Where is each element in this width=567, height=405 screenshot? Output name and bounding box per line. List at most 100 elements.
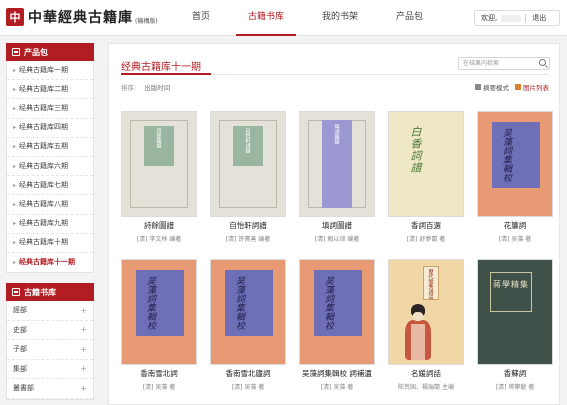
book-author: 陈荒国、楊瑞蘭 主编 [398, 384, 454, 391]
book-title[interactable]: 香南雪北詞 [122, 368, 196, 379]
sidebar-item-category[interactable]: 叢書部 + [7, 379, 93, 399]
chevron-right-icon: ▸ [13, 258, 17, 266]
cover-label: 蒋學精集 [490, 272, 532, 312]
book-title[interactable]: 填詞圖譜 [300, 220, 374, 231]
sidebar-item-product[interactable]: ▸ 经典古籍库二期 [7, 80, 93, 100]
book-card[interactable]: 詩餘圖譜 詩餘圖譜 [清] 李文林 编著 [122, 112, 196, 243]
page-title: 经典古籍库十一期 [121, 62, 201, 73]
product-label: 经典古籍库六期 [19, 161, 69, 170]
sidebar-item-product[interactable]: ▸ 经典古籍库五期 [7, 138, 93, 157]
book-card[interactable]: 填詞圖譜 填詞圖譜 [清] 賴以邠 编著 [300, 112, 374, 243]
book-title[interactable]: 香詞百選 [389, 220, 463, 231]
product-label: 经典古籍库四期 [19, 123, 69, 132]
sidebar-item-product[interactable]: ▸ 经典古籍库九期 [7, 215, 93, 234]
book-cover-image[interactable]: 白香詞譜 [389, 112, 463, 216]
sort-option-publish-time[interactable]: 出版时间 [144, 82, 170, 92]
sidebar-item-product[interactable]: ▸ 经典古籍库十期 [7, 234, 93, 253]
nav-library[interactable]: 古籍书库 [236, 0, 297, 36]
expand-plus-icon[interactable]: + [80, 364, 87, 373]
sidebar-item-product[interactable]: ▸ 经典古籍库四期 [7, 119, 93, 138]
expand-plus-icon[interactable]: + [80, 345, 87, 354]
book-cover-image[interactable]: 吴藻詞集輯校 [300, 260, 374, 364]
expand-plus-icon[interactable]: + [80, 325, 87, 334]
cover-text: 詩餘圖譜 [155, 128, 162, 148]
product-label: 经典古籍库二期 [19, 84, 69, 93]
expand-plus-icon[interactable]: + [80, 306, 87, 315]
nav-home[interactable]: 首页 [180, 0, 222, 36]
list-icon [475, 84, 481, 90]
cover-label: 吴藻詞集輯校 [225, 270, 273, 336]
library-title: 古籍书库 [24, 287, 56, 297]
cover-label: 吴藻詞集輯校 [314, 270, 362, 336]
view-summary-button[interactable]: 摘要模式 [475, 82, 509, 92]
sidebar-item-category[interactable]: 史部 + [7, 321, 93, 341]
search-input[interactable]: 在结果内检索 [458, 57, 550, 70]
product-label: 经典古籍库一期 [19, 65, 69, 74]
book-title[interactable]: 詩餘圖譜 [122, 220, 196, 231]
book-cover-image[interactable]: 吴藻詞集輯校 [122, 260, 196, 364]
cover-text: 吴藻詞集輯校 [501, 128, 511, 182]
book-cover-image[interactable]: 蒋學精集 [478, 260, 552, 364]
book-author: [清] 賴以邠 编著 [314, 236, 360, 243]
cover-text: 自怡軒詞譜 [244, 128, 251, 153]
book-card[interactable]: 吴藻詞集輯校香南雪北詞 [清] 吴藻 著 [122, 260, 196, 391]
cover-text: 吴藻詞集輯校 [234, 276, 244, 330]
sidebar-item-product-active[interactable]: ▸ 经典古籍库十一期 [7, 253, 93, 272]
book-title[interactable]: 吴藻詞集輯校 詞補遺 [300, 368, 374, 379]
book-card[interactable]: 白香詞譜 香詞百選 [清] 舒夢蘭 著 [389, 112, 463, 243]
sidebar-item-product[interactable]: ▸ 经典古籍库三期 [7, 99, 93, 119]
welcome-text: 欢迎, [481, 14, 498, 22]
book-cover-image[interactable]: 吴藻詞集輯校 [478, 112, 552, 216]
chevron-right-icon: ▸ [13, 239, 17, 247]
chevron-right-icon: ▸ [13, 143, 17, 151]
sidebar-item-category[interactable]: 子部 + [7, 340, 93, 360]
book-title[interactable]: 香蘇詞 [478, 368, 552, 379]
sidebar-item-product[interactable]: ▸ 经典古籍库八期 [7, 195, 93, 215]
nav-products[interactable]: 产品包 [384, 0, 435, 36]
chevron-right-icon: ▸ [13, 85, 17, 93]
book-cover-image[interactable]: 填詞圖譜 [300, 112, 374, 216]
book-cover-image[interactable]: 詩餘圖譜 [122, 112, 196, 216]
sidebar-item-category[interactable]: 經部 + [7, 301, 93, 321]
chevron-right-icon: ▸ [13, 200, 17, 208]
logout-link[interactable]: 退出 [532, 13, 546, 23]
category-label: 史部 [13, 325, 27, 334]
book-author: [清] 蒋攀龍 著 [495, 384, 535, 391]
book-title[interactable]: 香南雪北廬詞 [211, 368, 285, 379]
username-redacted [501, 14, 522, 22]
products-title: 产品包 [24, 47, 48, 57]
sidebar: 产品包 ▸ 经典古籍库一期 ▸ 经典古籍库二期 ▸ 经典古籍库三期 ▸ 经典古籍库四期 … [6, 43, 94, 400]
nav-bookshelf[interactable]: 我的书架 [310, 0, 370, 36]
book-card[interactable]: 吴藻詞集輯校 吴藻詞集輯校 詞補遺 [清] 吴藻 著 [300, 260, 374, 391]
cover-text: 歷代閨秀詞話 [427, 269, 434, 299]
book-card[interactable]: 蒋學精集香蘇詞 [清] 蒋攀龍 著 [478, 260, 552, 391]
book-author: [清] 許寶善 编著 [225, 236, 271, 243]
sidebar-item-category[interactable]: 集部 + [7, 360, 93, 380]
book-card[interactable]: 歷代閨秀詞話名媛詞話陈荒国、楊瑞蘭 主编 [389, 260, 463, 391]
book-card[interactable]: 吴藻詞集輯校花簾詞 [清] 吴藻 著 [478, 112, 552, 243]
book-card[interactable]: 自怡軒詞譜 自怡軒詞譜 [清] 許寶善 编著 [211, 112, 285, 243]
sidebar-item-product[interactable]: ▸ 经典古籍库六期 [7, 157, 93, 177]
chevron-right-icon: ▸ [13, 181, 17, 189]
book-cover-image[interactable]: 自怡軒詞譜 [211, 112, 285, 216]
product-label: 经典古籍库十期 [19, 238, 69, 247]
logo-icon: 中 [6, 8, 24, 26]
book-title[interactable]: 自怡軒詞譜 [211, 220, 285, 231]
search-icon[interactable] [539, 59, 546, 66]
sidebar-item-product[interactable]: ▸ 经典古籍库七期 [7, 176, 93, 196]
cover-text: 吴藻詞集輯校 [323, 276, 333, 330]
search-placeholder: 在结果内检索 [463, 60, 500, 67]
book-title[interactable]: 花簾詞 [478, 220, 552, 231]
library-header: 古籍书库 [6, 283, 94, 302]
book-card[interactable]: 吴藻詞集輯校 香南雪北廬詞 [清] 吴藻 著 [211, 260, 285, 391]
site-logo[interactable]: 中 中華經典古籍庫 (機構版) [6, 7, 158, 27]
book-cover-image[interactable]: 歷代閨秀詞話 [389, 260, 463, 364]
book-author: [清] 吴藻 著 [142, 384, 176, 391]
expand-plus-icon[interactable]: + [80, 384, 87, 393]
sidebar-item-product[interactable]: ▸ 经典古籍库一期 [7, 61, 93, 81]
view-grid-button[interactable]: 图片列表 [515, 82, 549, 92]
book-cover-image[interactable]: 吴藻詞集輯校 [211, 260, 285, 364]
book-author: [清] 吴藻 著 [498, 236, 532, 243]
book-title[interactable]: 名媛詞話 [389, 368, 463, 379]
top-header: 中 中華經典古籍庫 (機構版) 首页 古籍书库 我的书架 产品包 欢迎, 退出 [0, 0, 567, 36]
